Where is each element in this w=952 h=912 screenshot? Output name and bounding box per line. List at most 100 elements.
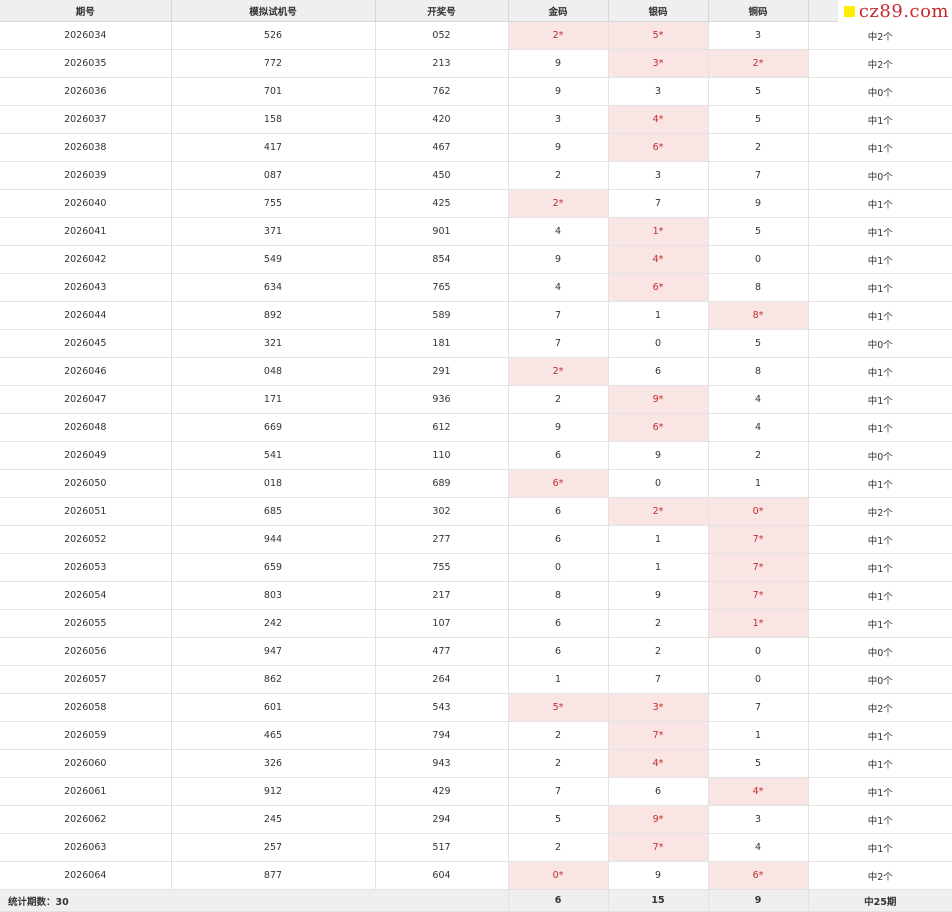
cell-gold: 9 [508,133,609,162]
cell-bronze: 3 [708,21,809,50]
col-trial-header: 模拟试机号 [171,0,376,22]
cell-bronze: 0 [708,245,809,274]
cell-gold: 6 [508,525,609,554]
cell-draw: 589 [375,301,509,330]
cell-result: 中1个 [808,609,952,638]
table-body: 2026034 526 052 2* 5* 3 中2个 2026035 772 213 9 3* 2* 中… [0,21,952,890]
cell-bronze: 7* [708,581,809,610]
cell-draw: 429 [375,777,509,806]
table-row: 2026047 171 936 2 9* 4 中1个 [0,385,952,414]
cell-trial: 087 [171,161,376,190]
cell-silver: 6* [608,413,709,442]
cell-trial: 912 [171,777,376,806]
cell-gold: 7 [508,777,609,806]
cell-trial: 634 [171,273,376,302]
cell-bronze: 9 [708,189,809,218]
cell-gold: 2 [508,833,609,862]
cell-draw: 291 [375,357,509,386]
cell-issue: 2026044 [0,301,172,330]
cell-silver: 2 [608,637,709,666]
cell-result: 中2个 [808,497,952,526]
cell-gold: 0* [508,861,609,890]
table-row: 2026049 541 110 6 9 2 中0个 [0,441,952,470]
cell-gold: 6 [508,497,609,526]
cell-bronze: 7 [708,161,809,190]
cell-draw: 181 [375,329,509,358]
cell-issue: 2026062 [0,805,172,834]
cell-result: 中0个 [808,161,952,190]
yellow-square-logo-icon [843,5,855,17]
cell-result: 中1个 [808,805,952,834]
table-row: 2026035 772 213 9 3* 2* 中2个 [0,49,952,78]
table-row: 2026055 242 107 6 2 1* 中1个 [0,609,952,638]
cell-trial: 465 [171,721,376,750]
cell-result: 中1个 [808,217,952,246]
cell-issue: 2026055 [0,609,172,638]
cell-trial: 685 [171,497,376,526]
table-row: 2026046 048 291 2* 6 8 中1个 [0,357,952,386]
table-row: 2026062 245 294 5 9* 3 中1个 [0,805,952,834]
cell-issue: 2026063 [0,833,172,862]
cell-draw: 420 [375,105,509,134]
table-row: 2026043 634 765 4 6* 8 中1个 [0,273,952,302]
table-row: 2026050 018 689 6* 0 1 中1个 [0,469,952,498]
table-row: 2026038 417 467 9 6* 2 中1个 [0,133,952,162]
cell-silver: 4* [608,749,709,778]
cell-bronze: 3 [708,805,809,834]
cell-result: 中1个 [808,469,952,498]
cell-gold: 3 [508,105,609,134]
cell-silver: 1 [608,553,709,582]
cell-issue: 2026058 [0,693,172,722]
col-bronze-header: 铜码 [708,0,809,22]
cell-silver: 3* [608,693,709,722]
cell-trial: 803 [171,581,376,610]
table-row: 2026042 549 854 9 4* 0 中1个 [0,245,952,274]
cell-result: 中0个 [808,77,952,106]
cell-draw: 689 [375,469,509,498]
cell-bronze: 0 [708,637,809,666]
cell-trial: 755 [171,189,376,218]
cell-bronze: 1 [708,469,809,498]
cell-gold: 6 [508,637,609,666]
cell-issue: 2026048 [0,413,172,442]
table-row: 2026053 659 755 0 1 7* 中1个 [0,553,952,582]
cell-result: 中2个 [808,693,952,722]
cell-bronze: 4* [708,777,809,806]
cell-gold: 2 [508,721,609,750]
table-row: 2026054 803 217 8 9 7* 中1个 [0,581,952,610]
cell-result: 中0个 [808,441,952,470]
cell-gold: 2* [508,21,609,50]
cell-gold: 7 [508,329,609,358]
cell-silver: 0 [608,329,709,358]
cell-trial: 018 [171,469,376,498]
table-row: 2026063 257 517 2 7* 4 中1个 [0,833,952,862]
watermark-text: cz89.com [858,0,949,22]
table-row: 2026040 755 425 2* 7 9 中1个 [0,189,952,218]
stats-table: 期号 模拟试机号 开奖号 金码 银码 铜码 2026034 526 052 2* 5* 3… [0,0,952,912]
cell-draw: 264 [375,665,509,694]
cell-silver: 4* [608,245,709,274]
cell-issue: 2026047 [0,385,172,414]
cell-result: 中1个 [808,413,952,442]
cell-trial: 772 [171,49,376,78]
cell-bronze: 2* [708,49,809,78]
cell-bronze: 7* [708,525,809,554]
cell-bronze: 7 [708,693,809,722]
cell-silver: 6 [608,777,709,806]
cell-gold: 7 [508,301,609,330]
cell-result: 中0个 [808,665,952,694]
cell-result: 中1个 [808,525,952,554]
table-row: 2026039 087 450 2 3 7 中0个 [0,161,952,190]
cell-issue: 2026060 [0,749,172,778]
cell-silver: 9* [608,805,709,834]
cell-issue: 2026036 [0,77,172,106]
table-row: 2026036 701 762 9 3 5 中0个 [0,77,952,106]
cell-trial: 541 [171,441,376,470]
cell-result: 中1个 [808,357,952,386]
cell-gold: 5 [508,805,609,834]
cell-bronze: 8 [708,273,809,302]
cell-bronze: 7* [708,553,809,582]
cell-bronze: 5 [708,217,809,246]
cell-issue: 2026051 [0,497,172,526]
cell-issue: 2026038 [0,133,172,162]
